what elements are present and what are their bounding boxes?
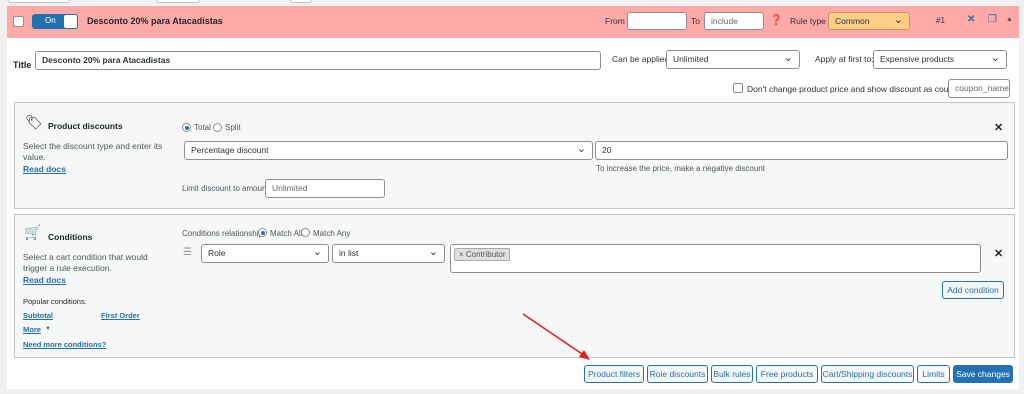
discount-hint: To increase the price, make a negative d…: [596, 164, 765, 173]
limit-label: Limit discount to amount: [182, 184, 269, 193]
match-any-label: Match Any: [313, 229, 351, 238]
from-label: From: [605, 16, 625, 26]
contributor-tag[interactable]: × Contributor: [454, 248, 511, 261]
top-tab-stub: [156, 0, 200, 3]
total-radio[interactable]: [182, 123, 191, 132]
apply-first-select[interactable]: Expensive products: [873, 50, 1007, 69]
condition-field-select[interactable]: Role: [201, 244, 329, 263]
clone-rule-icon[interactable]: ❐: [988, 14, 997, 25]
product-discounts-read-docs[interactable]: Read docs: [23, 164, 66, 174]
match-any-radio[interactable]: [301, 228, 310, 237]
rule-title: Desconto 20% para Atacadistas: [87, 16, 223, 26]
match-all-radio[interactable]: [258, 228, 267, 237]
product-discounts-description: Select the discount type and enter its v…: [23, 141, 163, 162]
split-radio-label: Split: [225, 123, 241, 132]
bulk-rules-button[interactable]: Bulk rules: [711, 365, 753, 383]
cart-shipping-discounts-button[interactable]: Cart/Shipping discounts: [821, 365, 914, 383]
rule-type-select[interactable]: Common: [828, 12, 910, 30]
coupon-checkbox[interactable]: [733, 83, 743, 93]
need-more-conditions-link[interactable]: Need more conditions?: [23, 340, 106, 349]
rule-panel: On Desconto 20% para Atacadistas From To…: [7, 6, 1019, 389]
rule-select-checkbox[interactable]: [13, 16, 24, 27]
toggle-knob: [64, 15, 77, 28]
total-radio-label: Total: [194, 123, 211, 132]
match-all-label: Match All: [270, 229, 303, 238]
remove-product-discounts-icon[interactable]: ✕: [994, 121, 1003, 134]
product-filters-button[interactable]: Product filters: [584, 365, 644, 383]
condition-value-input[interactable]: × Contributor: [450, 244, 981, 273]
more-link[interactable]: More: [23, 325, 41, 334]
product-discounts-title: Product discounts: [48, 121, 123, 131]
can-be-applied-select[interactable]: Unlimited: [666, 50, 800, 69]
coupon-checkbox-label: Don't change product price and show disc…: [747, 84, 963, 94]
add-condition-button[interactable]: Add condition: [942, 281, 1004, 299]
more-dropdown-icon[interactable]: ▼: [45, 326, 51, 332]
discount-amount-input[interactable]: 20: [595, 141, 1008, 160]
price-tag-icon: 🏷: [25, 114, 43, 130]
from-date-input[interactable]: [627, 12, 687, 30]
help-icon: ❓: [770, 15, 783, 26]
top-tab-stub: [290, 0, 312, 3]
conditions-read-docs[interactable]: Read docs: [23, 275, 66, 285]
conditions-description: Select a cart condition that would trigg…: [23, 252, 148, 273]
collapse-icon[interactable]: ▲: [1006, 16, 1013, 23]
subtotal-link[interactable]: Subtotal: [23, 311, 53, 320]
cart-icon: 🛒: [24, 224, 42, 240]
coupon-name-input[interactable]: coupon_name: [948, 79, 1010, 98]
rule-number: #1: [936, 16, 945, 25]
discount-type-select[interactable]: Percentage discount: [184, 141, 593, 160]
first-order-link[interactable]: First Order: [101, 311, 140, 320]
split-radio[interactable]: [213, 123, 222, 132]
product-discounts-section: 🏷 Product discounts Select the discount …: [14, 102, 1015, 209]
apply-first-label: Apply at first to:: [815, 54, 874, 64]
limits-button[interactable]: Limits: [917, 365, 950, 383]
condition-operator-select[interactable]: in list: [332, 244, 445, 263]
remove-condition-icon[interactable]: ✕: [994, 247, 1003, 260]
title-label: Title: [13, 60, 32, 70]
drag-handle-icon[interactable]: ☰: [183, 247, 192, 258]
save-changes-button[interactable]: Save changes: [953, 365, 1013, 383]
delete-rule-icon[interactable]: ✕: [967, 14, 975, 25]
can-be-applied-label: Can be applied: [612, 54, 670, 64]
top-tab-stub: [8, 0, 70, 3]
limit-amount-input[interactable]: Unlimited: [265, 179, 385, 198]
tag-remove-icon[interactable]: ×: [459, 250, 464, 259]
conditions-section: 🛒 Conditions Select a cart condition tha…: [14, 214, 1015, 358]
rule-type-label: Rule type: [790, 16, 826, 26]
role-discounts-button[interactable]: Role discounts: [647, 365, 708, 383]
to-label: To: [691, 16, 700, 26]
rule-title-input[interactable]: Desconto 20% para Atacadistas: [35, 51, 601, 70]
popular-conditions-label: Popular conditions:: [23, 297, 87, 306]
rule-header: On Desconto 20% para Atacadistas From To…: [7, 6, 1019, 38]
tag-label: Contributor: [465, 250, 506, 259]
relationship-label: Conditions relationship: [182, 229, 263, 238]
conditions-title: Conditions: [48, 232, 93, 242]
toggle-label: On: [45, 16, 56, 25]
free-products-button[interactable]: Free products: [756, 365, 818, 383]
rule-enabled-toggle[interactable]: On: [32, 14, 78, 29]
to-date-input[interactable]: include: [704, 12, 764, 30]
